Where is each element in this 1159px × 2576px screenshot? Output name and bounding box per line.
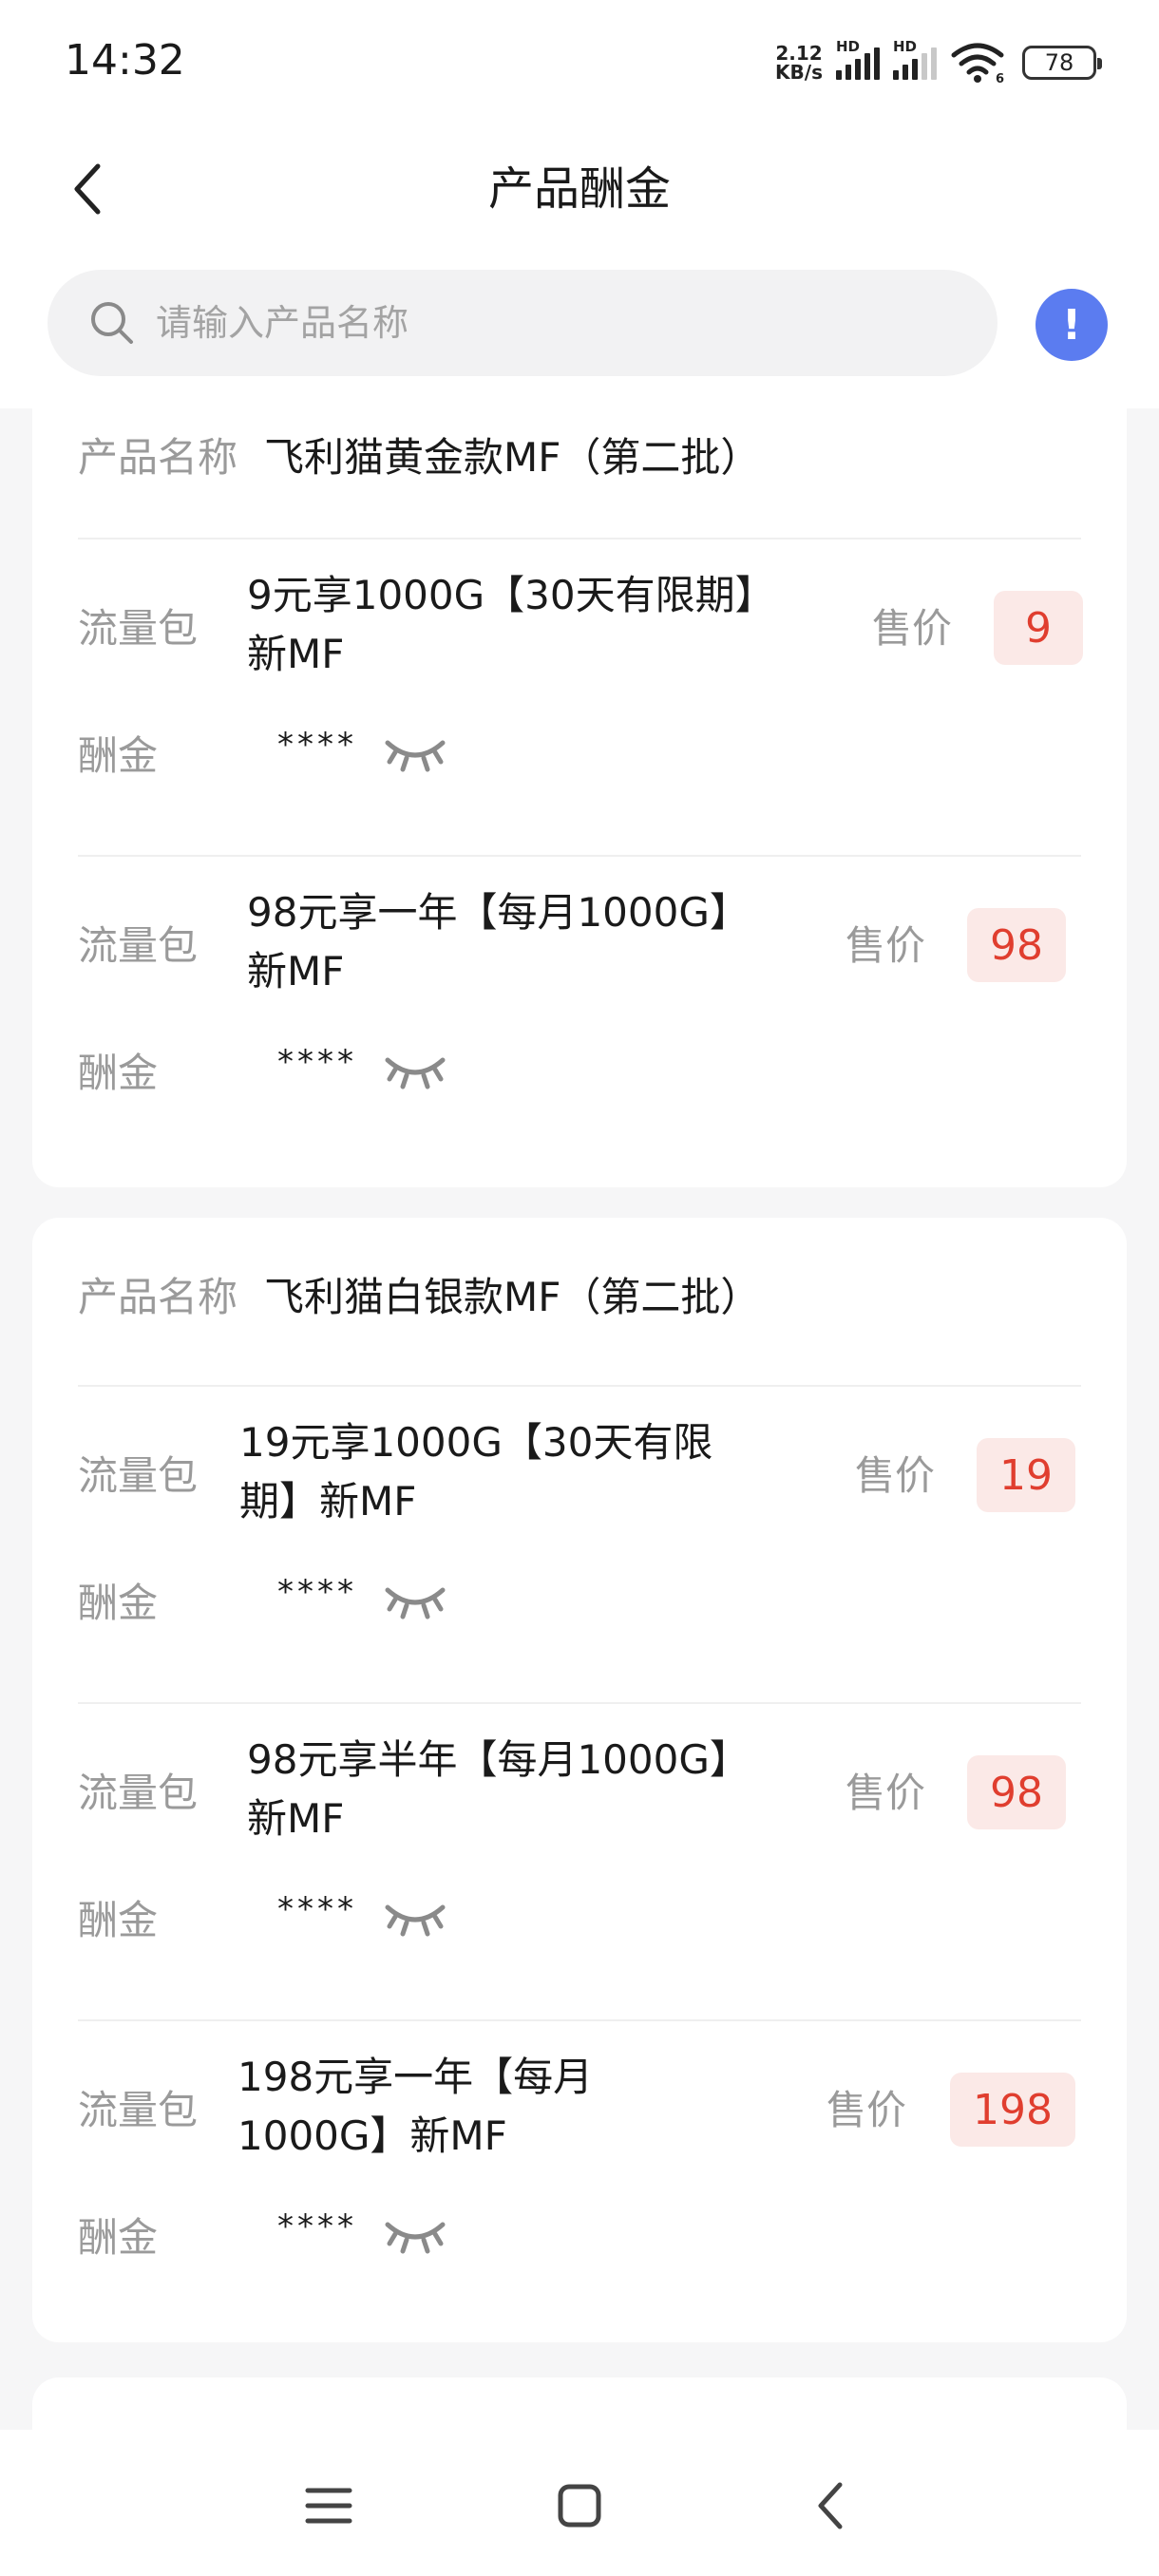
status-bar: 14:32 2.12 KB/s HD HD 6 78 (0, 0, 1159, 125)
header-bar: 产品酬金 (0, 125, 1159, 249)
product-header: 产品名称 飞利猫白银款MF（第二批） (78, 1256, 760, 1332)
page-title: 产品酬金 (487, 162, 671, 216)
commission-masked-value: **** (277, 1043, 357, 1081)
search-input[interactable] (156, 302, 935, 344)
signal-icon-2: HD (893, 38, 937, 80)
system-nav-bar (0, 2430, 1159, 2576)
product-name-label: 产品名称 (78, 1273, 238, 1320)
search-icon (91, 302, 133, 344)
traffic-pack-label: 流量包 (78, 605, 199, 652)
commission-label: 酬金 (78, 1050, 159, 1096)
price-badge: 98 (967, 908, 1066, 982)
nav-back-button[interactable] (783, 2458, 878, 2553)
commission-label: 酬金 (78, 1580, 159, 1626)
package-item: 流量包 198元享一年【每月 1000G】新MF 售价 198 酬金 **** (32, 2021, 1127, 2339)
commission-label: 酬金 (78, 1897, 159, 1943)
commission-masked-value: **** (277, 1890, 357, 1928)
network-speed: 2.12 KB/s (775, 44, 823, 82)
price-label: 售价 (872, 605, 953, 652)
package-name-line2: 新MF (247, 631, 345, 677)
price-badge: 19 (977, 1438, 1075, 1512)
network-speed-unit: KB/s (775, 61, 823, 84)
menu-button[interactable] (281, 2458, 376, 2553)
commission-label: 酬金 (78, 2214, 159, 2261)
status-icons: 2.12 KB/s HD HD 6 78 (775, 38, 1102, 87)
wifi-sub-label: 6 (996, 72, 1004, 84)
eye-closed-icon[interactable] (382, 1577, 448, 1624)
product-header: 产品名称 飞利猫黄金款MF（第二批） (78, 416, 760, 492)
package-name: 198元享一年【每月 1000G】新MF (238, 2048, 808, 2166)
package-item: 流量包 9元享1000G【30天有限期】 新MF 售价 9 酬金 **** (32, 540, 1127, 857)
traffic-pack-label: 流量包 (78, 2087, 199, 2133)
battery-level: 78 (1044, 49, 1074, 76)
package-name-line2: 期】新MF (239, 1478, 417, 1525)
package-item: 流量包 98元享一年【每月1000G】 新MF 售价 98 酬金 **** (32, 857, 1127, 1174)
price-badge: 98 (967, 1755, 1066, 1829)
menu-icon (305, 2488, 352, 2524)
product-card-peek (32, 2377, 1127, 2430)
eye-closed-icon[interactable] (382, 2211, 448, 2259)
search-box[interactable] (48, 270, 998, 376)
commission-masked-value: **** (277, 1573, 357, 1611)
package-name-line1: 9元享1000G【30天有限期】 (247, 572, 775, 618)
package-item: 流量包 98元享半年【每月1000G】 新MF 售价 98 酬金 **** (32, 1704, 1127, 2021)
status-time: 14:32 (65, 36, 185, 85)
package-name-line2: 新MF (247, 948, 345, 994)
app-root: 14:32 2.12 KB/s HD HD 6 78 产品酬金 请输入产品名称 … (0, 0, 1159, 2576)
signal-icon: HD (836, 38, 880, 80)
traffic-pack-label: 流量包 (78, 1770, 199, 1816)
commission-masked-value: **** (277, 2207, 357, 2245)
home-square-icon (558, 2484, 601, 2528)
hd-badge: HD (836, 38, 861, 55)
home-button[interactable] (532, 2458, 627, 2553)
package-name-line1: 98元享半年【每月1000G】 (247, 1736, 750, 1783)
price-badge: 9 (994, 591, 1083, 665)
package-name-line2: 1000G】新MF (238, 2112, 507, 2159)
eye-closed-icon[interactable] (382, 729, 448, 777)
package-name-line1: 19元享1000G【30天有限 (239, 1419, 713, 1466)
traffic-pack-label: 流量包 (78, 1452, 199, 1499)
hd-badge-2: HD (893, 38, 918, 55)
package-item: 流量包 19元享1000G【30天有限 期】新MF 售价 19 酬金 **** (32, 1387, 1127, 1704)
product-name: 飞利猫黄金款MF（第二批） (264, 433, 761, 481)
battery-icon: 78 (1022, 46, 1102, 80)
product-card: 产品名称 飞利猫黄金款MF（第二批） 流量包 9元享1000G【30天有限期】 … (32, 408, 1127, 1187)
package-name-line1: 198元享一年【每月 (238, 2054, 594, 2100)
commission-label: 酬金 (78, 732, 159, 779)
nav-back-icon (818, 2482, 843, 2529)
search-area: ! (0, 249, 1159, 408)
commission-masked-value: **** (277, 726, 357, 764)
package-name: 19元享1000G【30天有限 期】新MF (239, 1413, 809, 1531)
price-label: 售价 (846, 1770, 926, 1816)
package-name: 98元享半年【每月1000G】 新MF (247, 1731, 817, 1848)
product-name-label: 产品名称 (78, 433, 238, 481)
traffic-pack-label: 流量包 (78, 922, 199, 969)
product-name: 飞利猫白银款MF（第二批） (264, 1273, 761, 1320)
product-list[interactable]: 产品名称 飞利猫黄金款MF（第二批） 流量包 9元享1000G【30天有限期】 … (0, 408, 1159, 2430)
package-name: 98元享一年【每月1000G】 新MF (247, 883, 817, 1001)
price-label: 售价 (826, 2087, 907, 2133)
package-name: 9元享1000G【30天有限期】 新MF (247, 566, 817, 684)
package-name-line2: 新MF (247, 1795, 345, 1842)
package-name-line1: 98元享一年【每月1000G】 (247, 889, 750, 936)
wifi-icon: 6 (951, 43, 1004, 84)
eye-closed-icon[interactable] (382, 1047, 448, 1094)
price-label: 售价 (846, 922, 926, 969)
price-badge: 198 (950, 2073, 1075, 2147)
eye-closed-icon[interactable] (382, 1894, 448, 1941)
exclamation-icon: ! (1061, 300, 1082, 350)
price-label: 售价 (855, 1452, 936, 1499)
info-button[interactable]: ! (1036, 289, 1108, 361)
product-card: 产品名称 飞利猫白银款MF（第二批） 流量包 19元享1000G【30天有限 期… (32, 1218, 1127, 2342)
network-speed-value: 2.12 (775, 42, 823, 65)
